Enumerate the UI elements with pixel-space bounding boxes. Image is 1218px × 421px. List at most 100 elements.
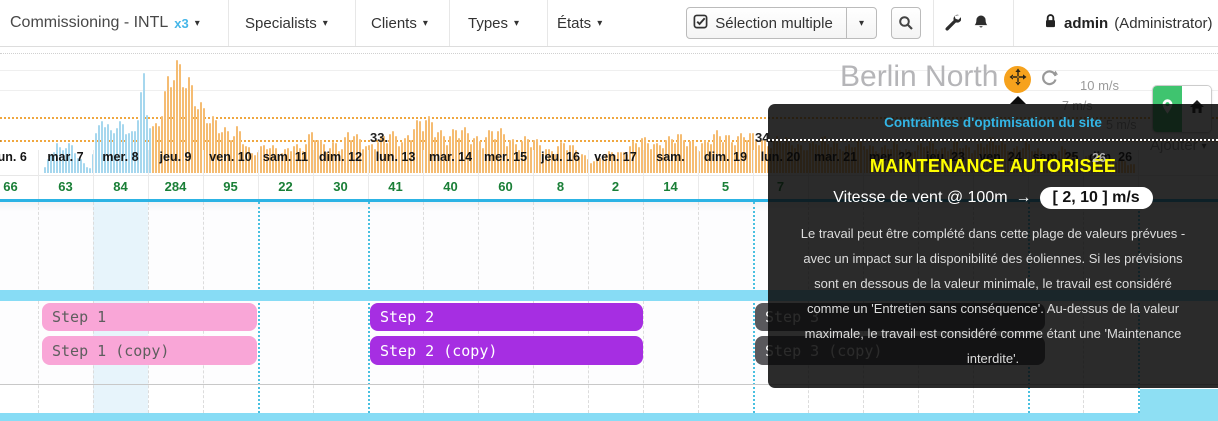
wind-bar xyxy=(206,123,208,173)
day-value: 8 xyxy=(533,179,589,194)
tooltip-separator xyxy=(768,139,1218,141)
caret-down-icon: ▾ xyxy=(514,17,519,29)
menu-clients[interactable]: Clients ▾ xyxy=(371,0,428,46)
date-header-11[interactable]: jeu. 16 xyxy=(533,150,589,164)
menu-types[interactable]: Types ▾ xyxy=(468,0,519,46)
week-number: 32. xyxy=(0,130,1,145)
top-navbar: Commissioning - INTL x3 ▾ Specialists ▾ … xyxy=(0,0,1218,47)
wind-bar xyxy=(428,116,430,173)
nav-divider xyxy=(547,0,548,46)
date-header-3[interactable]: mer. 8 xyxy=(93,150,149,164)
day-gridline xyxy=(643,202,644,413)
column-separator xyxy=(93,150,94,199)
gantt-bar-step-1[interactable]: Step 1 xyxy=(42,303,257,331)
tooltip-wind-row: Vitesse de vent @ 100m → [ 2, 10 ] m/s xyxy=(768,187,1218,209)
column-separator xyxy=(478,150,479,199)
day-value: 284 xyxy=(148,179,204,194)
refresh-icon xyxy=(1040,74,1059,91)
caret-down-icon: ▾ xyxy=(859,17,864,29)
move-site-button[interactable] xyxy=(1004,66,1031,93)
wind-speed-label: Vitesse de vent @ 100m xyxy=(833,189,1007,207)
date-header-7[interactable]: dim. 12 xyxy=(313,150,369,164)
date-header-14[interactable]: dim. 19 xyxy=(698,150,754,164)
wind-bar xyxy=(89,168,91,173)
wind-bar xyxy=(44,167,46,173)
caret-down-icon: ▾ xyxy=(323,17,328,29)
gantt-bar-step-1-copy-[interactable]: Step 1 (copy) xyxy=(42,336,257,365)
refresh-site-button[interactable] xyxy=(1040,68,1059,92)
user-role: (Administrator) xyxy=(1114,15,1212,32)
date-header-8[interactable]: lun. 13 xyxy=(368,150,424,164)
date-header-10[interactable]: mer. 15 xyxy=(478,150,534,164)
caret-down-icon: ▾ xyxy=(423,17,428,29)
tooltip-title: Contraintes d'optimisation du site xyxy=(768,115,1218,130)
ghost-day-26: 26 xyxy=(1092,151,1106,165)
menu-specialists[interactable]: Specialists ▾ xyxy=(245,0,328,46)
search-button[interactable] xyxy=(891,7,921,39)
caret-down-icon: ▾ xyxy=(597,17,602,29)
multi-select-label: Sélection multiple xyxy=(715,15,833,32)
move-arrows-icon xyxy=(1009,68,1027,91)
multi-select-caret-button[interactable]: ▾ xyxy=(846,8,876,38)
app-root: 32.33.34. lun. 6mar. 7mer. 8jeu. 9ven. 1… xyxy=(0,0,1218,421)
column-separator xyxy=(258,150,259,199)
wind-bar xyxy=(425,120,427,173)
day-value: 30 xyxy=(313,179,369,194)
date-header-5[interactable]: ven. 10 xyxy=(203,150,259,164)
column-separator xyxy=(533,150,534,199)
wind-bar xyxy=(86,167,88,173)
tooltip-body-line: comme un 'Entretien sans conséquence'. A… xyxy=(768,296,1218,321)
multi-select-button[interactable]: Sélection multiple ▾ xyxy=(686,7,877,39)
wind-bar xyxy=(215,120,217,173)
day-value: 60 xyxy=(478,179,534,194)
column-separator xyxy=(643,150,644,199)
wind-bar xyxy=(107,124,109,173)
week-number: 33. xyxy=(370,130,388,145)
tooltip-body-line: maximale, le travail est considéré comme… xyxy=(768,321,1218,346)
notifications-bell-icon[interactable] xyxy=(973,14,989,36)
date-header-1[interactable]: lun. 6 xyxy=(0,150,39,164)
settings-wrench-icon[interactable] xyxy=(944,14,961,36)
wind-bar xyxy=(119,121,121,173)
date-header-13[interactable]: sam. xyxy=(643,150,699,164)
column-separator xyxy=(203,150,204,199)
menu-label: États xyxy=(557,15,591,32)
date-header-6[interactable]: sam. 11 xyxy=(258,150,314,164)
search-icon xyxy=(898,15,914,31)
date-header-2[interactable]: mar. 7 xyxy=(38,150,94,164)
brand-label: Commissioning - INTL xyxy=(10,14,168,32)
day-gridline xyxy=(313,202,314,413)
lock-icon xyxy=(1043,13,1058,33)
date-header-12[interactable]: ven. 17 xyxy=(588,150,644,164)
user-menu[interactable]: admin (Administrator) ▾ xyxy=(1043,0,1218,46)
menu-etats[interactable]: États ▾ xyxy=(557,0,602,46)
nav-divider xyxy=(355,0,356,46)
wind-bar xyxy=(209,123,211,173)
wind-bar xyxy=(590,163,592,173)
caret-down-icon: ▾ xyxy=(195,17,200,29)
tooltip-body-line: Le travail peut être complété dans cette… xyxy=(768,221,1218,246)
day-value: 5 xyxy=(698,179,754,194)
tooltip-body-line: interdite'. xyxy=(768,346,1218,371)
user-name: admin xyxy=(1064,15,1108,32)
tooltip-body-line: sont en dessous de la valeur minimale, l… xyxy=(768,271,1218,296)
date-header-4[interactable]: jeu. 9 xyxy=(148,150,204,164)
tooltip-heading: MAINTENANCE AUTORISÉE xyxy=(768,156,1218,177)
nav-divider xyxy=(933,0,934,46)
day-value: 84 xyxy=(93,179,149,194)
gridline-dotted-top xyxy=(0,53,1218,54)
gantt-bar-step-2[interactable]: Step 2 xyxy=(370,303,643,331)
wind-bar xyxy=(212,116,214,173)
day-value: 40 xyxy=(423,179,479,194)
day-value: 63 xyxy=(38,179,94,194)
site-title: Berlin North xyxy=(840,60,998,94)
tooltip-body-line: avec un impact sur la disponibilité des … xyxy=(768,246,1218,271)
wind-bar xyxy=(101,121,103,173)
task-boundary-gridline xyxy=(258,202,260,413)
menu-label: Clients xyxy=(371,15,417,32)
date-header-9[interactable]: mar. 14 xyxy=(423,150,479,164)
brand-menu[interactable]: Commissioning - INTL x3 ▾ xyxy=(10,0,200,46)
gantt-bar-step-2-copy-[interactable]: Step 2 (copy) xyxy=(370,336,643,365)
day-value: 2 xyxy=(588,179,644,194)
column-separator xyxy=(313,150,314,199)
